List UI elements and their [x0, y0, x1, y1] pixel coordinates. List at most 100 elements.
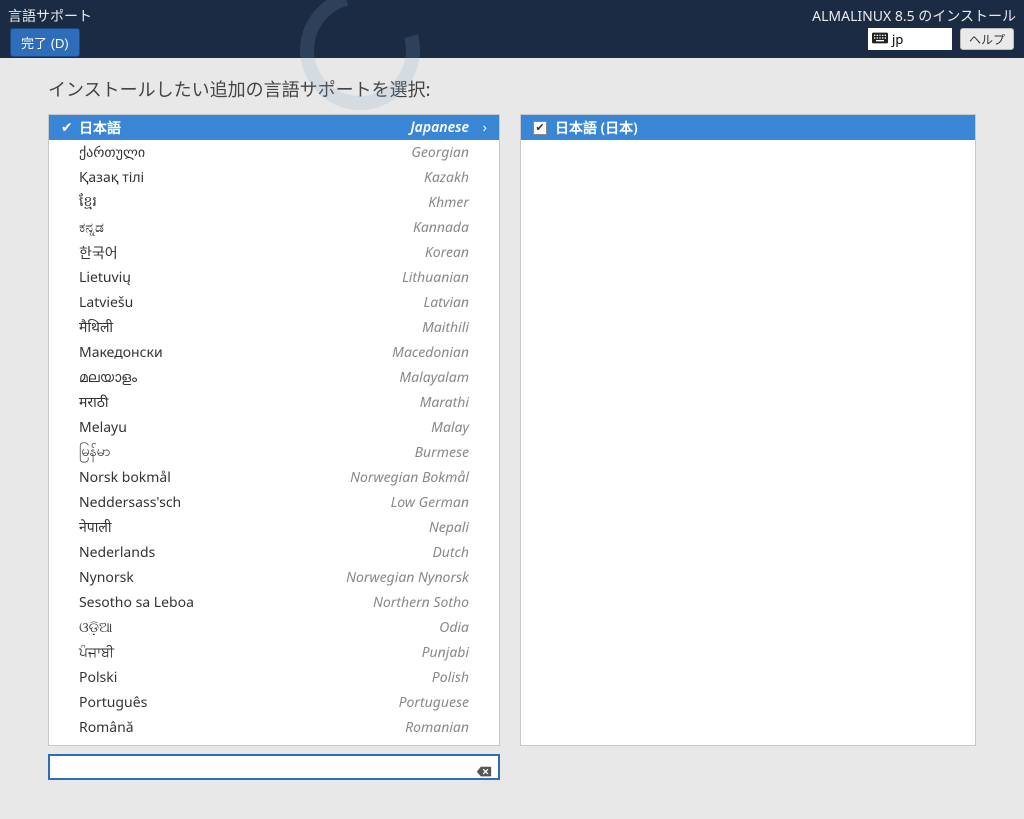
language-list-panel: ✔日本語Japanese›ქართულიGeorgianҚазақ тіліKa…: [48, 114, 500, 746]
language-native-label: ಕನ್ನಡ: [79, 218, 413, 237]
language-native-label: Melayu: [79, 418, 431, 437]
locale-checkbox[interactable]: ✔: [533, 121, 547, 135]
instruction-text: インストールしたい追加の言語サポートを選択:: [48, 76, 976, 102]
language-native-label: ଓଡ଼ିଆ: [79, 618, 439, 637]
language-native-label: Sesotho sa Leboa: [79, 593, 373, 612]
language-english-label: Georgian: [411, 143, 469, 162]
language-row[interactable]: 한국어Korean: [49, 240, 499, 265]
language-row[interactable]: Neddersass'schLow German: [49, 490, 499, 515]
language-search-box[interactable]: [48, 754, 500, 780]
language-english-label: Punjabi: [422, 643, 469, 662]
language-english-label: Norwegian Nynorsk: [346, 568, 469, 587]
language-check-icon: ✔: [61, 118, 79, 137]
language-english-label: Burmese: [415, 443, 469, 462]
language-row[interactable]: LatviešuLatvian: [49, 290, 499, 315]
header-bar: 言語サポート 完了 (D) ALMALINUX 8.5 のインストール jp ヘ…: [0, 0, 1024, 58]
language-row[interactable]: MelayuMalay: [49, 415, 499, 440]
language-native-label: Nederlands: [79, 543, 432, 562]
language-english-label: Japanese: [410, 118, 469, 137]
language-native-label: Қазақ тілі: [79, 168, 424, 187]
language-column: ✔日本語Japanese›ქართულიGeorgianҚазақ тіліKa…: [48, 114, 500, 780]
language-english-label: Marathi: [420, 393, 469, 412]
content-area: インストールしたい追加の言語サポートを選択: ✔日本語Japanese›ქართ…: [0, 58, 1024, 780]
language-row[interactable]: मराठीMarathi: [49, 390, 499, 415]
language-row[interactable]: LietuviųLithuanian: [49, 265, 499, 290]
panels: ✔日本語Japanese›ქართულიGeorgianҚазақ тіліKa…: [48, 114, 976, 780]
language-row[interactable]: മലയാളംMalayalam: [49, 365, 499, 390]
locale-list[interactable]: ✔ 日本語 (日本): [521, 115, 975, 140]
language-native-label: Norsk bokmål: [79, 468, 350, 487]
language-row[interactable]: ଓଡ଼ିଆOdia: [49, 615, 499, 640]
language-native-label: नेपाली: [79, 518, 429, 537]
page-title: 言語サポート: [8, 6, 92, 26]
language-native-label: मराठी: [79, 393, 420, 412]
locale-row[interactable]: ✔ 日本語 (日本): [521, 115, 975, 140]
language-row[interactable]: ਪੰਜਾਬੀPunjabi: [49, 640, 499, 665]
language-native-label: Македонски: [79, 343, 392, 362]
language-row[interactable]: မြန်မာBurmese: [49, 440, 499, 465]
done-button[interactable]: 完了 (D): [10, 28, 80, 57]
locale-label: 日本語 (日本): [555, 118, 638, 138]
language-english-label: Khmer: [428, 193, 469, 212]
language-english-label: Northern Sotho: [373, 593, 469, 612]
language-row[interactable]: МакедонскиMacedonian: [49, 340, 499, 365]
language-native-label: 한국어: [79, 243, 425, 263]
language-row[interactable]: Norsk bokmålNorwegian Bokmål: [49, 465, 499, 490]
language-search-input[interactable]: [56, 756, 476, 778]
language-row[interactable]: ქართულიGeorgian: [49, 140, 499, 165]
language-native-label: Nynorsk: [79, 568, 346, 587]
language-english-label: Kannada: [413, 218, 469, 237]
language-row[interactable]: ಕನ್ನಡKannada: [49, 215, 499, 240]
language-native-label: Neddersass'sch: [79, 493, 391, 512]
language-english-label: Maithili: [422, 318, 469, 337]
language-row[interactable]: PolskiPolish: [49, 665, 499, 690]
language-row[interactable]: PortuguêsPortuguese: [49, 690, 499, 715]
language-english-label: Lithuanian: [402, 268, 469, 287]
language-english-label: Polish: [432, 668, 469, 687]
language-english-label: Norwegian Bokmål: [350, 468, 469, 487]
locale-list-panel: ✔ 日本語 (日本): [520, 114, 976, 746]
product-title: ALMALINUX 8.5 のインストール: [812, 6, 1016, 26]
language-english-label: Malay: [431, 418, 469, 437]
language-native-label: മലയാളം: [79, 368, 399, 387]
language-native-label: မြန်မာ: [79, 442, 415, 463]
keyboard-icon: [872, 30, 888, 48]
language-row[interactable]: ✔日本語Japanese›: [49, 115, 499, 140]
language-english-label: Kazakh: [424, 168, 469, 187]
language-row[interactable]: RomânăRomanian: [49, 715, 499, 740]
language-english-label: Nepali: [429, 518, 469, 537]
language-native-label: मैथिली: [79, 318, 422, 337]
language-native-label: Latviešu: [79, 293, 424, 312]
language-row[interactable]: नेपालीNepali: [49, 515, 499, 540]
language-english-label: Malayalam: [399, 368, 469, 387]
language-list[interactable]: ✔日本語Japanese›ქართულიGeorgianҚазақ тіліKa…: [49, 115, 499, 746]
language-native-label: ਪੰਜਾਬੀ: [79, 643, 422, 662]
language-native-label: ქართული: [79, 143, 411, 162]
language-english-label: Romanian: [405, 718, 469, 737]
language-english-label: Portuguese: [399, 693, 469, 712]
language-row[interactable]: मैथिलीMaithili: [49, 315, 499, 340]
clear-search-icon[interactable]: [476, 760, 492, 774]
language-native-label: ខ្មែរ: [79, 192, 428, 213]
language-native-label: Polski: [79, 668, 432, 687]
language-english-label: Korean: [425, 243, 469, 262]
language-english-label: Dutch: [432, 543, 469, 562]
language-native-label: Português: [79, 693, 399, 712]
language-english-label: Odia: [439, 618, 469, 637]
chevron-right-icon: ›: [469, 118, 487, 137]
language-english-label: Latvian: [424, 293, 470, 312]
language-native-label: Lietuvių: [79, 268, 402, 287]
language-row[interactable]: NynorskNorwegian Nynorsk: [49, 565, 499, 590]
search-wrap: [48, 754, 500, 780]
language-row[interactable]: NederlandsDutch: [49, 540, 499, 565]
keyboard-layout-indicator[interactable]: jp: [868, 28, 952, 50]
language-native-label: 日本語: [79, 118, 410, 138]
language-english-label: Macedonian: [392, 343, 469, 362]
language-row[interactable]: Sesotho sa LeboaNorthern Sotho: [49, 590, 499, 615]
language-english-label: Low German: [391, 493, 469, 512]
language-native-label: Română: [79, 718, 405, 737]
language-row[interactable]: ខ្មែរKhmer: [49, 190, 499, 215]
language-row[interactable]: Қазақ тіліKazakh: [49, 165, 499, 190]
keyboard-layout-label: jp: [892, 30, 903, 48]
help-button[interactable]: ヘルプ: [960, 28, 1014, 50]
